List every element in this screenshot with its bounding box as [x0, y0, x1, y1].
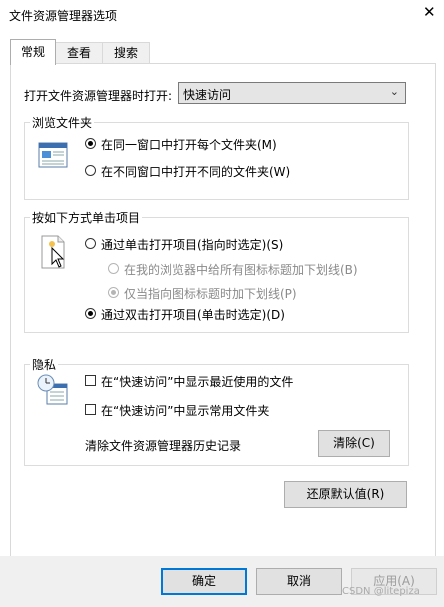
browse-folders-group — [24, 122, 409, 200]
restore-defaults-button[interactable]: 还原默认值(R) — [284, 481, 407, 508]
browse-folders-title: 浏览文件夹 — [30, 114, 95, 131]
cancel-button[interactable]: 取消 — [256, 568, 342, 595]
open-to-label: 打开文件资源管理器时打开: — [24, 89, 173, 103]
tab-view[interactable]: 查看 — [55, 42, 103, 64]
folder-window-icon — [38, 142, 68, 168]
close-icon[interactable]: ✕ — [423, 3, 436, 21]
double-click-radio[interactable] — [85, 308, 96, 319]
privacy-title: 隐私 — [30, 356, 59, 373]
double-click-label[interactable]: 通过双击打开项目(单击时选定)(D) — [101, 306, 285, 323]
tab-general[interactable]: 常规 — [10, 39, 56, 65]
underline-point-radio[interactable] — [108, 287, 119, 298]
click-items-title: 按如下方式单击项目 — [30, 209, 143, 226]
watermark: CSDN @litepiza — [342, 586, 420, 597]
same-window-label[interactable]: 在同一窗口中打开每个文件夹(M) — [101, 136, 277, 153]
open-to-dropdown[interactable]: 快速访问 ⌄ — [178, 82, 406, 104]
underline-point-label[interactable]: 仅当指向图标标题时加下划线(P) — [124, 285, 297, 302]
new-window-label[interactable]: 在不同窗口中打开不同的文件夹(W) — [101, 163, 290, 180]
window-title: 文件资源管理器选项 — [9, 9, 118, 23]
single-click-radio[interactable] — [85, 238, 96, 249]
click-cursor-icon — [41, 235, 65, 269]
show-recent-label[interactable]: 在“快速访问”中显示最近使用的文件 — [101, 373, 293, 390]
show-frequent-checkbox[interactable] — [85, 404, 96, 415]
ok-button[interactable]: 确定 — [161, 568, 247, 595]
show-frequent-label[interactable]: 在“快速访问”中显示常用文件夹 — [101, 402, 269, 419]
show-recent-checkbox[interactable] — [85, 375, 96, 386]
tab-search[interactable]: 搜索 — [102, 42, 150, 64]
chevron-down-icon: ⌄ — [389, 85, 399, 98]
underline-all-radio[interactable] — [108, 263, 119, 274]
single-click-label[interactable]: 通过单击打开项目(指向时选定)(S) — [101, 236, 283, 253]
same-window-radio[interactable] — [85, 138, 96, 149]
clear-history-label: 清除文件资源管理器历史记录 — [85, 439, 242, 453]
underline-all-label[interactable]: 在我的浏览器中给所有图标标题加下划线(B) — [124, 261, 358, 278]
new-window-radio[interactable] — [85, 165, 96, 176]
tab-strip: 常规 查看 搜索 — [10, 39, 434, 65]
clear-button[interactable]: 清除(C) — [318, 430, 390, 457]
privacy-clock-icon — [37, 374, 68, 405]
open-to-value: 快速访问 — [183, 88, 232, 102]
